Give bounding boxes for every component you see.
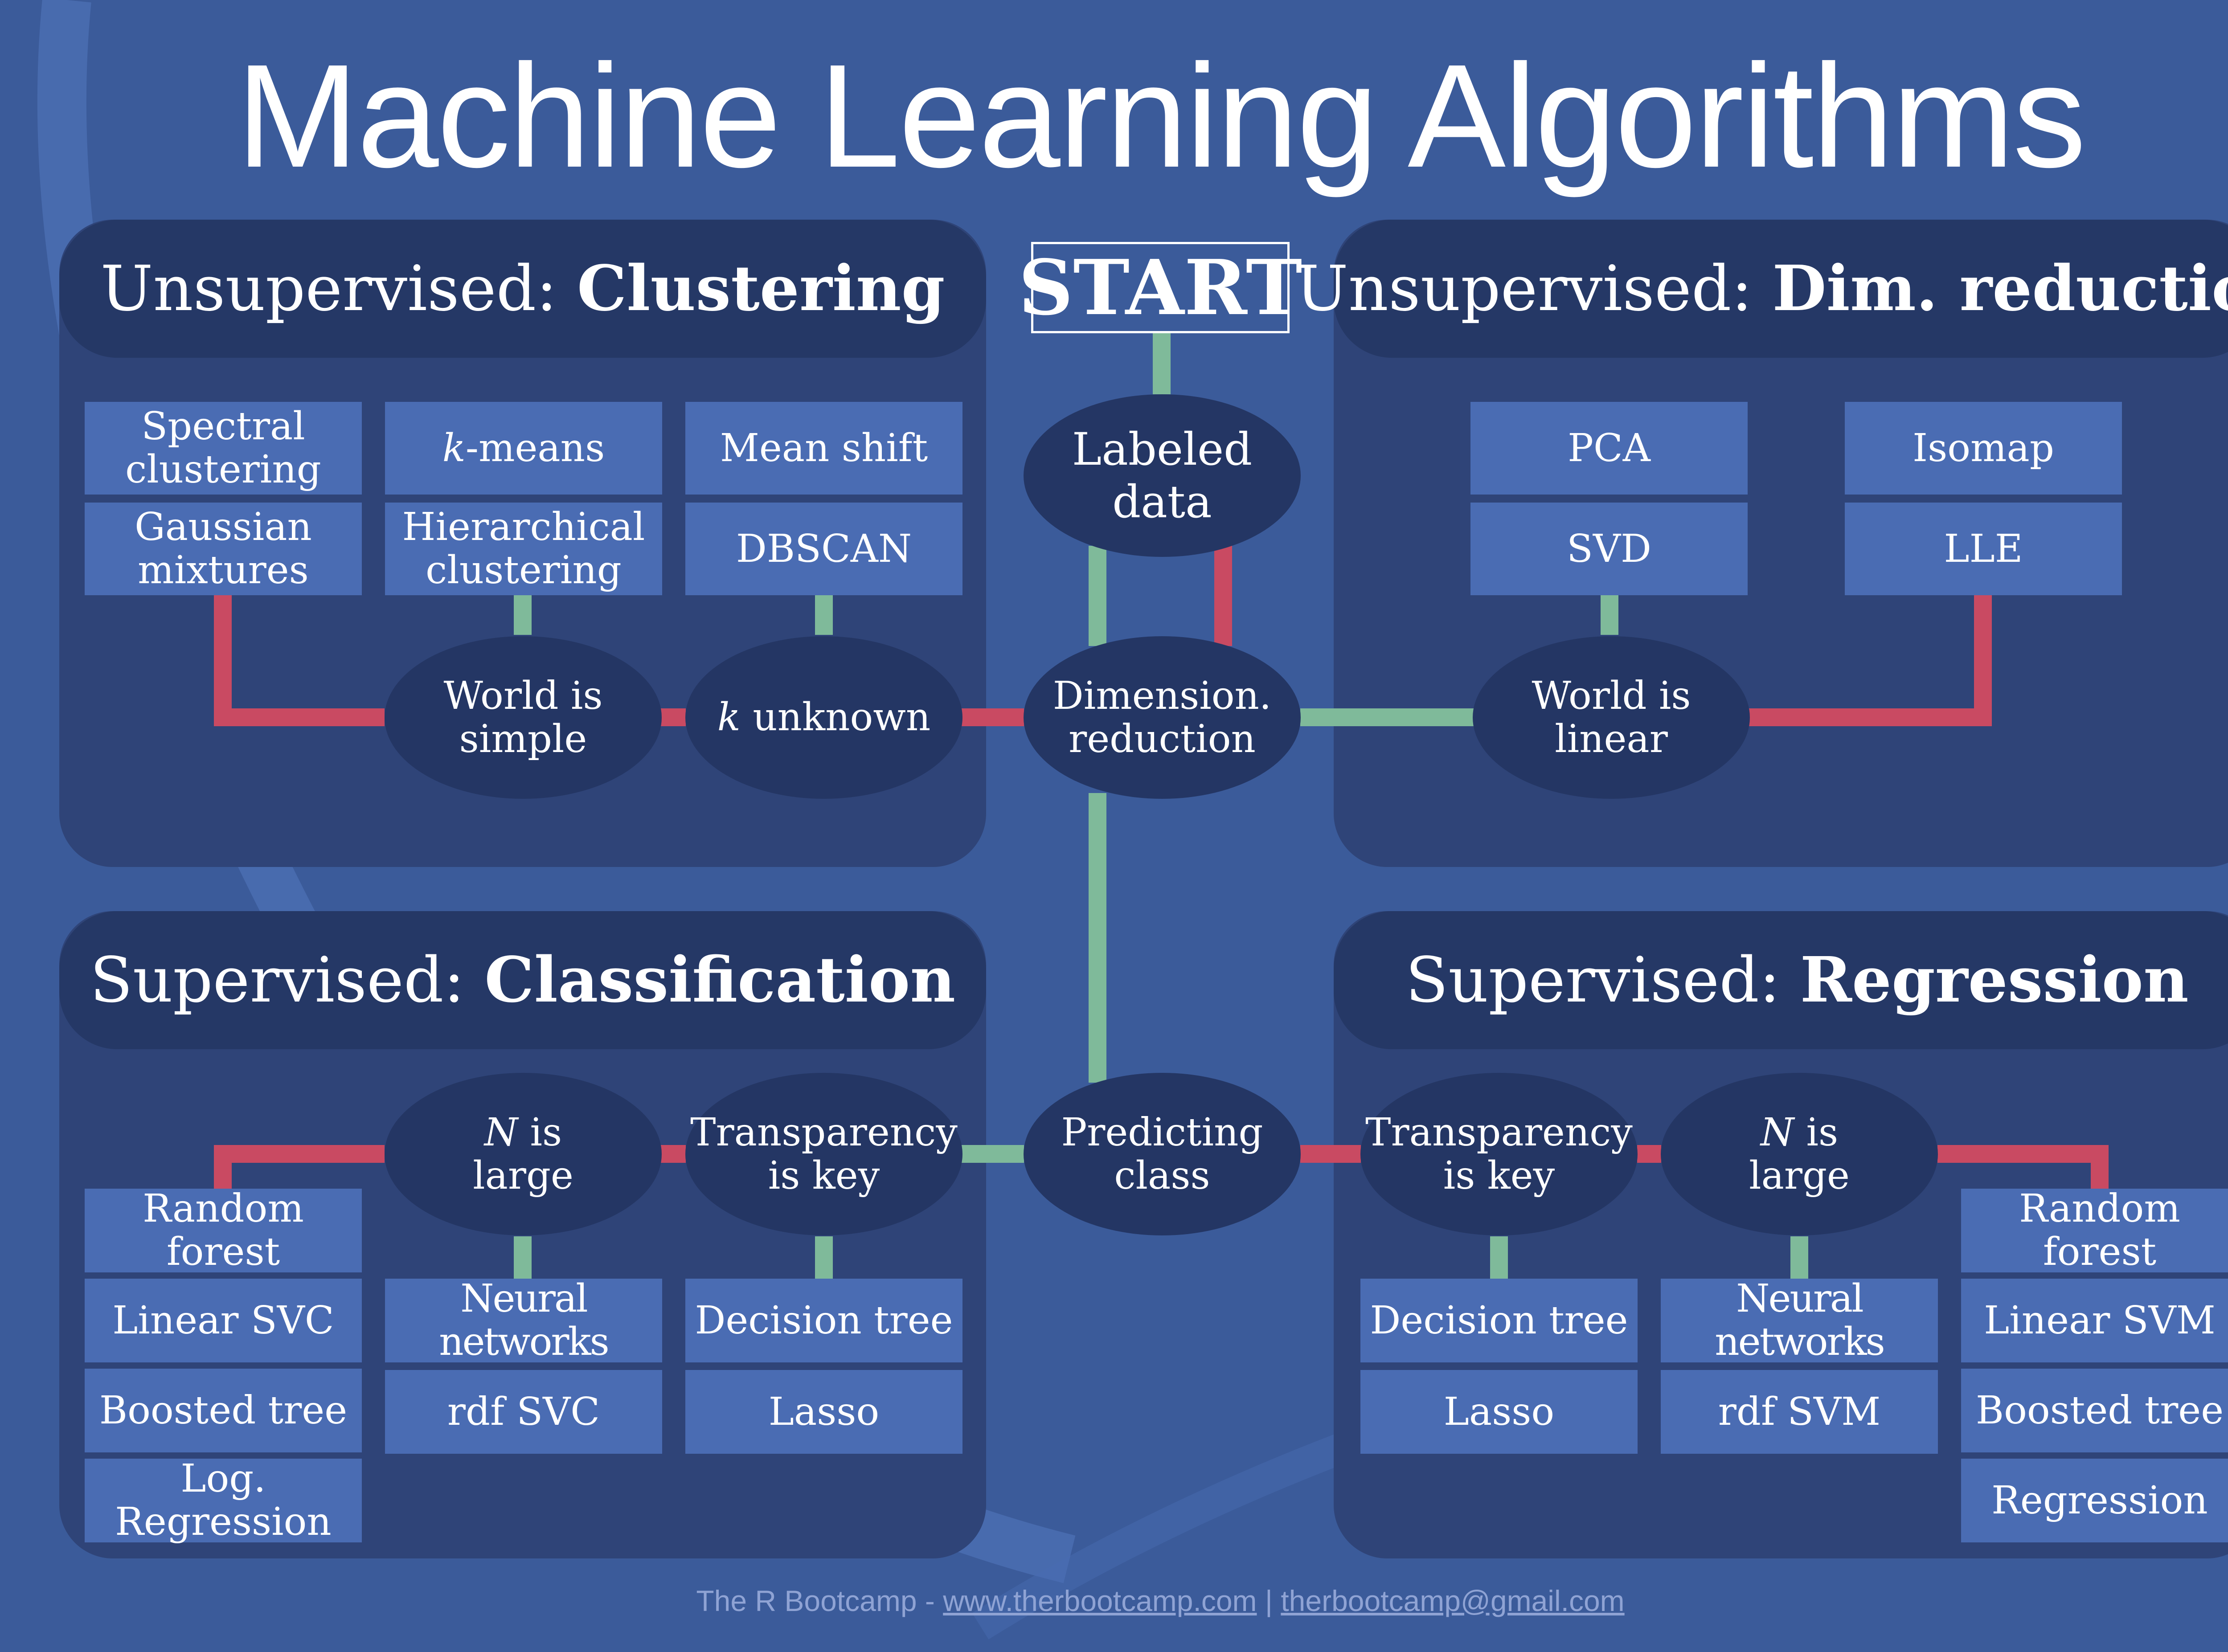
footer-separator: | xyxy=(1257,1584,1281,1617)
node-reg-n-large: N is large xyxy=(1661,1073,1938,1235)
box-kmeans: k -means xyxy=(385,402,662,495)
node-clu-k-rest: unknown xyxy=(740,695,931,740)
box-reg-boosted-tree: Boosted tree xyxy=(1961,1369,2228,1452)
node-labeled-data: Labeled data xyxy=(1024,394,1301,557)
footer-prefix: The R Bootcamp - xyxy=(696,1584,943,1617)
box-reg-rdf-svm: rdf SVM xyxy=(1661,1370,1938,1454)
line-clsn-to-rf xyxy=(214,1145,385,1190)
footer-website-link[interactable]: www.therbootcamp.com xyxy=(943,1584,1257,1617)
line-regn-to-rf xyxy=(1937,1145,2109,1190)
footer: The R Bootcamp - www.therbootcamp.com | … xyxy=(0,1584,2228,1618)
box-cls-neural-networks: Neural networks xyxy=(385,1277,662,1364)
node-cls-n-large: N is large xyxy=(385,1073,662,1235)
box-reg-neural-networks: Neural networks xyxy=(1661,1277,1938,1364)
node-cls-n-var: N xyxy=(484,1110,518,1155)
box-cls-random-forest: Random forest xyxy=(85,1187,362,1274)
box-reg-regression: Regression xyxy=(1961,1459,2228,1542)
node-clu-world-simple: World is simple xyxy=(385,636,662,799)
box-hierarchical-clustering: Hierarchical clustering xyxy=(385,503,662,595)
box-reg-lasso: Lasso xyxy=(1360,1370,1638,1454)
box-spectral-clustering: Spectral clustering xyxy=(85,402,362,495)
box-gaussian-mixtures: Gaussian mixtures xyxy=(85,503,362,595)
node-reg-transparency: Transparency is key xyxy=(1360,1073,1638,1235)
line-dimworld-to-lle xyxy=(1746,595,1992,726)
node-clu-k-unknown: k unknown xyxy=(685,636,962,799)
node-reg-n-var: N xyxy=(1760,1110,1794,1155)
box-reg-linear-svm: Linear SVM xyxy=(1961,1279,2228,1362)
footer-email-link[interactable]: therbootcamp@gmail.com xyxy=(1281,1584,1624,1617)
box-svd: SVD xyxy=(1470,503,1748,595)
node-dim-world-linear: World is linear xyxy=(1473,636,1750,799)
box-lle: LLE xyxy=(1845,503,2122,595)
box-reg-random-forest: Random forest xyxy=(1961,1187,2228,1274)
node-reg-n-text: N is large xyxy=(1749,1111,1850,1198)
line-cluworld-to-gaussian xyxy=(214,595,385,726)
box-cls-decision-tree: Decision tree xyxy=(685,1279,962,1362)
box-pca: PCA xyxy=(1470,402,1748,495)
box-cls-boosted-tree: Boosted tree xyxy=(85,1369,362,1452)
start-box: START xyxy=(1019,242,1302,333)
box-cls-linear-svc: Linear SVC xyxy=(85,1279,362,1362)
box-cls-log-regression: Log. Regression xyxy=(85,1457,362,1544)
node-predicting-class: Predicting class xyxy=(1024,1073,1301,1235)
box-mean-shift: Mean shift xyxy=(685,402,962,495)
box-cls-rdf-svc: rdf SVC xyxy=(385,1370,662,1454)
node-cls-transparency: Transparency is key xyxy=(685,1073,962,1235)
node-clu-k-var: k xyxy=(717,695,741,740)
box-kmeans-var: k xyxy=(442,425,466,470)
box-reg-decision-tree: Decision tree xyxy=(1360,1279,1638,1362)
box-kmeans-rest: -means xyxy=(465,425,605,470)
diagram-canvas: Machine Learning Algorithms Unsupervised… xyxy=(0,0,2228,1652)
box-cls-lasso: Lasso xyxy=(685,1370,962,1454)
node-dimension-reduction: Dimension. reduction xyxy=(1024,636,1301,799)
node-cls-n-text: N is large xyxy=(473,1111,573,1198)
box-dbscan: DBSCAN xyxy=(685,503,962,595)
box-isomap: Isomap xyxy=(1845,402,2122,495)
